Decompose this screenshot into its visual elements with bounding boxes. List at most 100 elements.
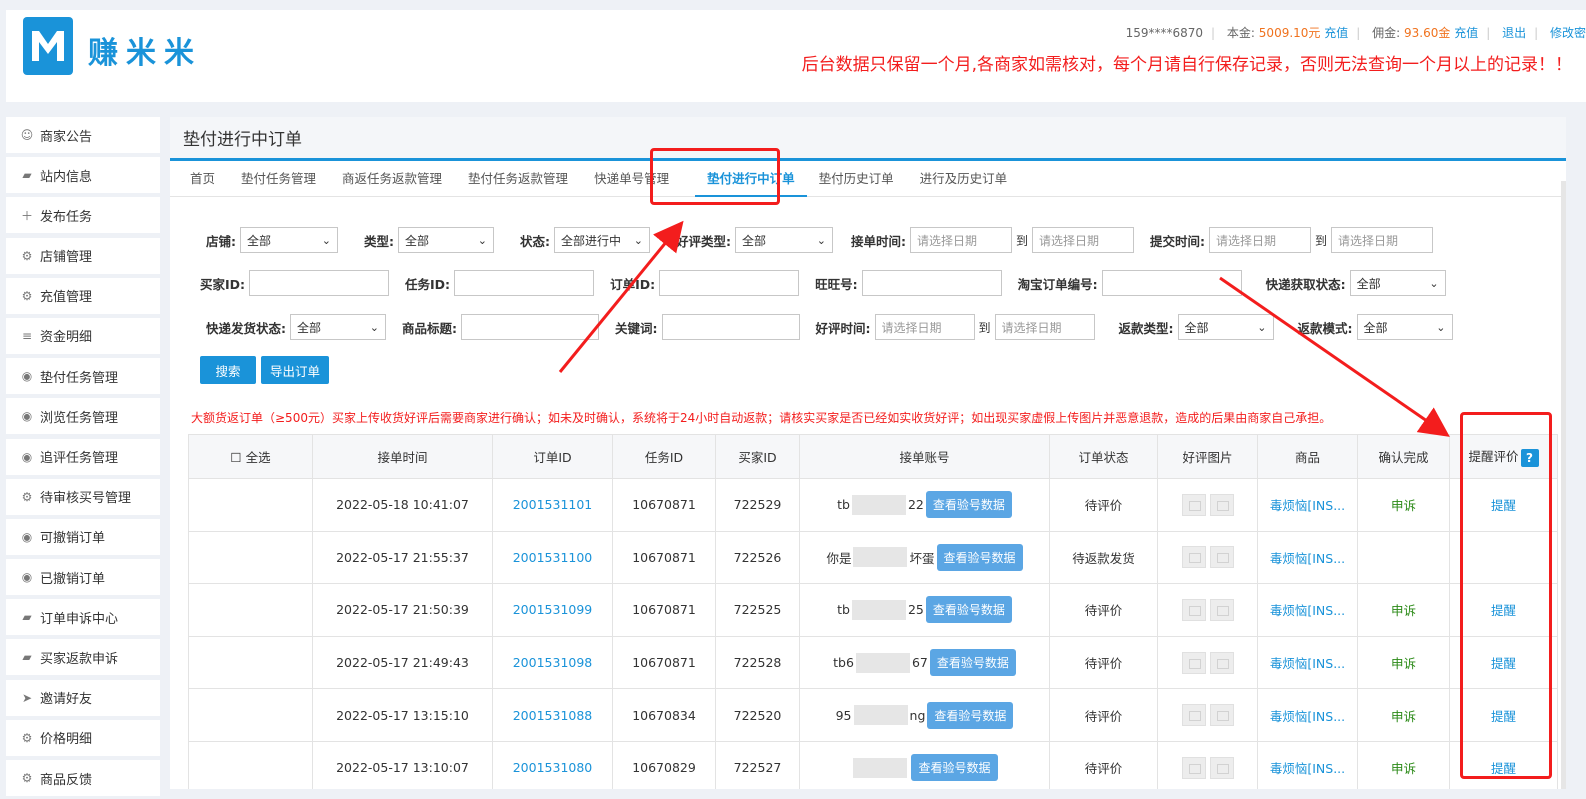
sidebar-item-canceled-orders[interactable]: ◉ 已撤销订单 xyxy=(6,559,160,596)
row-checkbox-cell[interactable] xyxy=(188,583,313,637)
search-button[interactable]: 搜索 xyxy=(200,356,256,384)
sidebar-item-goods-feedback[interactable]: ⚙ 商品反馈 xyxy=(6,760,160,796)
order-id-cell[interactable]: 2001531080 xyxy=(492,740,613,789)
image-placeholder-icon[interactable] xyxy=(1181,598,1206,621)
express-fetch-select[interactable]: 全部 ⌄ xyxy=(1349,270,1446,296)
order-id-link[interactable]: 2001531101 xyxy=(513,497,593,512)
view-verify-data-button[interactable]: 查看验号数据 xyxy=(936,543,1023,571)
appeal-link[interactable]: 申诉 xyxy=(1391,498,1416,513)
submit-time-start[interactable]: 请选择日期 xyxy=(1209,227,1312,253)
refund-type-select[interactable]: 全部 ⌄ xyxy=(1177,314,1274,340)
remind-link[interactable]: 提醒 xyxy=(1491,498,1516,513)
sidebar-item-messages[interactable]: ▰ 站内信息 xyxy=(6,157,160,194)
recharge-commission-link[interactable]: 充值 xyxy=(1454,26,1478,40)
order-id-link[interactable]: 2001531088 xyxy=(513,708,593,723)
remind-cell[interactable]: 提醒 xyxy=(1449,478,1558,532)
submit-time-end[interactable]: 请选择日期 xyxy=(1331,227,1434,253)
view-verify-data-button[interactable]: 查看验号数据 xyxy=(925,596,1012,624)
remind-cell[interactable]: 提醒 xyxy=(1449,688,1558,742)
buyer-id-input[interactable] xyxy=(249,270,390,296)
confirm-cell[interactable] xyxy=(1357,530,1450,585)
appeal-link[interactable]: 申诉 xyxy=(1391,761,1416,776)
goods-title-input[interactable] xyxy=(461,314,599,340)
logout-link[interactable]: 退出 xyxy=(1502,26,1526,40)
remind-link[interactable]: 提醒 xyxy=(1491,761,1516,776)
tab-advance-in-progress[interactable]: 垫付进行中订单 xyxy=(695,161,807,197)
remind-cell[interactable]: 提醒 xyxy=(1449,635,1558,690)
remind-cell[interactable]: 提醒 xyxy=(1449,740,1558,789)
tab-commerce-refund[interactable]: 商返任务返款管理 xyxy=(342,161,442,197)
goods-cell[interactable]: 毒烦恼[INS... xyxy=(1257,583,1358,637)
tab-advance-refund[interactable]: 垫付任务返款管理 xyxy=(468,161,568,197)
accept-time-start[interactable]: 请选择日期 xyxy=(910,227,1012,253)
goods-link[interactable]: 毒烦恼[INS... xyxy=(1270,603,1345,618)
shop-select[interactable]: 全部 ⌄ xyxy=(240,227,338,253)
order-id-link[interactable]: 2001531098 xyxy=(513,655,593,670)
review-time-end[interactable]: 请选择日期 xyxy=(994,314,1095,340)
refund-mode-select[interactable]: 全部 ⌄ xyxy=(1356,314,1453,340)
order-id-cell[interactable]: 2001531100 xyxy=(492,530,613,585)
goods-link[interactable]: 毒烦恼[INS... xyxy=(1270,761,1345,776)
type-select[interactable]: 全部 ⌄ xyxy=(398,227,494,253)
image-placeholder-icon[interactable] xyxy=(1209,546,1234,569)
recharge-principal-link[interactable]: 充值 xyxy=(1324,26,1348,40)
goods-cell[interactable]: 毒烦恼[INS... xyxy=(1257,530,1358,585)
sidebar-item-invite[interactable]: ➤ 邀请好友 xyxy=(6,679,160,716)
export-orders-button[interactable]: 导出订单 xyxy=(261,356,329,384)
remind-cell[interactable] xyxy=(1449,530,1558,585)
tab-express[interactable]: 快递单号管理 xyxy=(594,161,669,197)
view-verify-data-button[interactable]: 查看验号数据 xyxy=(929,649,1016,677)
image-placeholder-icon[interactable] xyxy=(1181,756,1206,779)
row-checkbox-cell[interactable] xyxy=(188,478,313,532)
keyword-input[interactable] xyxy=(661,314,800,340)
taobao-order-input[interactable] xyxy=(1101,270,1242,296)
confirm-cell[interactable]: 申诉 xyxy=(1357,478,1450,532)
view-verify-data-button[interactable]: 查看验号数据 xyxy=(911,754,998,782)
goods-link[interactable]: 毒烦恼[INS... xyxy=(1270,656,1345,671)
appeal-link[interactable]: 申诉 xyxy=(1391,656,1416,671)
sidebar-item-price-detail[interactable]: ⚙ 价格明细 xyxy=(6,719,160,756)
sidebar-item-order-appeal[interactable]: ▰ 订单申诉中心 xyxy=(6,599,160,636)
sidebar-item-publish-task[interactable]: ＋发布任务 xyxy=(6,197,160,234)
row-checkbox-cell[interactable] xyxy=(188,688,313,742)
image-placeholder-icon[interactable] xyxy=(1209,598,1234,621)
remind-cell[interactable]: 提醒 xyxy=(1449,583,1558,637)
row-checkbox-cell[interactable] xyxy=(188,530,313,585)
remind-link[interactable]: 提醒 xyxy=(1491,656,1516,671)
task-id-input[interactable] xyxy=(454,270,595,296)
image-placeholder-icon[interactable] xyxy=(1209,493,1234,516)
sidebar-item-advance-task[interactable]: ◉ 垫付任务管理 xyxy=(6,358,160,395)
appeal-link[interactable]: 申诉 xyxy=(1391,603,1416,618)
order-id-cell[interactable]: 2001531101 xyxy=(492,478,613,532)
goods-cell[interactable]: 毒烦恼[INS... xyxy=(1257,688,1358,742)
order-id-link[interactable]: 2001531080 xyxy=(513,760,593,775)
view-verify-data-button[interactable]: 查看验号数据 xyxy=(925,491,1012,519)
tab-home[interactable]: 首页 xyxy=(190,161,215,197)
tab-advance-task[interactable]: 垫付任务管理 xyxy=(241,161,316,197)
image-placeholder-icon[interactable] xyxy=(1181,651,1206,674)
image-placeholder-icon[interactable] xyxy=(1209,756,1234,779)
status-select[interactable]: 全部进行中 ⌄ xyxy=(554,227,650,253)
confirm-cell[interactable]: 申诉 xyxy=(1357,583,1450,637)
sidebar-item-followup-review[interactable]: ◉ 追评任务管理 xyxy=(6,438,160,475)
image-placeholder-icon[interactable] xyxy=(1181,546,1206,569)
order-id-link[interactable]: 2001531100 xyxy=(513,550,593,565)
sidebar-item-pending-buyer[interactable]: ⚙ 待审核买号管理 xyxy=(6,478,160,515)
tab-all-orders[interactable]: 进行及历史订单 xyxy=(920,161,1008,197)
express-send-select[interactable]: 全部 ⌄ xyxy=(290,314,386,340)
help-icon[interactable]: ? xyxy=(1520,448,1539,467)
order-id-input[interactable] xyxy=(659,270,800,296)
accept-time-end[interactable]: 请选择日期 xyxy=(1032,227,1135,253)
sidebar-item-announcement[interactable]: ☺ 商家公告 xyxy=(6,117,160,153)
goods-cell[interactable]: 毒烦恼[INS... xyxy=(1257,478,1358,532)
sidebar-item-funds[interactable]: ≡ 资金明细 xyxy=(6,317,160,354)
order-id-link[interactable]: 2001531099 xyxy=(513,602,593,617)
sidebar-item-shop[interactable]: ⚙ 店铺管理 xyxy=(6,237,160,274)
image-placeholder-icon[interactable] xyxy=(1209,651,1234,674)
remind-link[interactable]: 提醒 xyxy=(1491,603,1516,618)
view-verify-data-button[interactable]: 查看验号数据 xyxy=(927,701,1014,729)
goods-link[interactable]: 毒烦恼[INS... xyxy=(1270,709,1345,724)
review-time-start[interactable]: 请选择日期 xyxy=(874,314,975,340)
review-type-select[interactable]: 全部 ⌄ xyxy=(735,227,833,253)
row-checkbox-cell[interactable] xyxy=(188,740,313,789)
